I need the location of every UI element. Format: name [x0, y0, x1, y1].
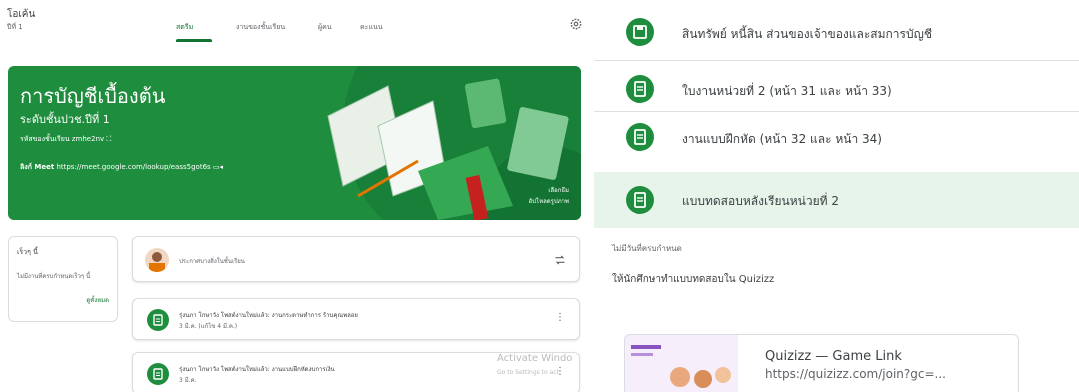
- post-date: 3 มี.ค.: [179, 377, 197, 384]
- meet-link: ลิงก์ Meet https://meet.google.com/looku…: [20, 162, 223, 173]
- tab-people[interactable]: ผู้คน: [318, 22, 332, 33]
- post-title: รุ่งนภา โกษาวัง โพสต์งานใหม่แล้ว: งานแบบ…: [179, 366, 335, 373]
- top-bar: โอเค้น ปีที่ 1 สตรีม งานของชั้นเรียน ผู้…: [0, 0, 594, 52]
- stream-post[interactable]: รุ่งนภา โกษาวัง โพสต์งานใหม่แล้ว: งานกระ…: [132, 298, 580, 340]
- view-all-link[interactable]: ดูทั้งหมด: [86, 295, 109, 305]
- assignment-icon: [147, 309, 169, 331]
- meet-url[interactable]: https://meet.google.com/lookup/eass5got6…: [56, 163, 210, 171]
- post-date: 3 มี.ค. (แก้ไข 4 มี.ค.): [179, 323, 238, 330]
- link-url[interactable]: https://quizizz.com/join?gc=...: [765, 367, 946, 381]
- more-vert-icon[interactable]: ⋮: [555, 312, 565, 323]
- assignment-title: แบบทดสอบหลังเรียนหน่วยที่ 2: [682, 194, 839, 208]
- upcoming-panel: เร็วๆ นี้ ไม่มีงานที่ครบกำหนดเร็วๆ นี้ ด…: [8, 236, 118, 322]
- select-theme-link[interactable]: เลือกธีม: [548, 185, 569, 195]
- no-due-date: ไม่มีวันที่ครบกำหนด: [612, 244, 682, 253]
- meet-label: ลิงก์ Meet: [20, 163, 55, 171]
- class-section: ปีที่ 1: [7, 23, 23, 31]
- classwork-panel: สินทรัพย์ หนี้สิน ส่วนของเจ้าของและสมการ…: [594, 0, 1079, 392]
- upload-photo-link[interactable]: อัปโหลดรูปภาพ: [529, 196, 569, 206]
- screenshot-root: โอเค้น ปีที่ 1 สตรีม งานของชั้นเรียน ผู้…: [0, 0, 1079, 392]
- assignment-icon: [147, 363, 169, 385]
- activate-windows-sub: Go to Settings to act: [497, 369, 559, 376]
- avatar: [145, 248, 169, 272]
- classroom-stream-panel: โอเค้น ปีที่ 1 สตรีม งานของชั้นเรียน ผู้…: [0, 0, 594, 392]
- assignment-row-selected[interactable]: แบบทดสอบหลังเรียนหน่วยที่ 2: [594, 172, 1079, 228]
- class-code-value[interactable]: zmhe2nv: [72, 135, 104, 143]
- class-code-label: รหัสของชั้นเรียน: [20, 135, 70, 143]
- link-thumbnail: [625, 335, 738, 392]
- link-title[interactable]: Quizizz — Game Link: [765, 349, 902, 364]
- assignment-instruction: ให้นักศึกษาทำแบบทดสอบใน Quizizz: [612, 274, 775, 285]
- assignment-icon: [626, 186, 654, 214]
- tab-grades[interactable]: คะแนน: [360, 22, 383, 33]
- material-icon: [626, 18, 654, 46]
- class-subtitle: ระดับชั้นปวช.ปีที่ 1: [20, 113, 110, 126]
- upcoming-empty-text: ไม่มีงานที่ครบกำหนดเร็วๆ นี้: [17, 273, 91, 280]
- tab-stream[interactable]: สตรีม: [176, 22, 193, 33]
- assignment-row[interactable]: สินทรัพย์ หนี้สิน ส่วนของเจ้าของและสมการ…: [594, 3, 1079, 61]
- gear-icon[interactable]: [569, 17, 583, 31]
- class-banner: การบัญชีเบื้องต้น ระดับชั้นปวช.ปีที่ 1 ร…: [8, 66, 581, 220]
- tab-classwork[interactable]: งานของชั้นเรียน: [236, 22, 285, 33]
- assignment-title: ใบงานหน่วยที่ 2 (หน้า 31 และ หน้า 33): [682, 84, 892, 98]
- assignment-icon: [626, 123, 654, 151]
- quizizz-link-card[interactable]: Quizizz — Game Link https://quizizz.com/…: [624, 334, 1019, 392]
- assignment-title: งานแบบฝึกหัด (หน้า 32 และ หน้า 34): [682, 132, 882, 146]
- active-tab-indicator: [176, 39, 212, 42]
- assignment-title: สินทรัพย์ หนี้สิน ส่วนของเจ้าของและสมการ…: [682, 27, 932, 41]
- post-title: รุ่งนภา โกษาวัง โพสต์งานใหม่แล้ว: งานกระ…: [179, 312, 358, 319]
- announce-box[interactable]: ประกาศบางสิ่งในชั้นเรียน: [132, 236, 580, 282]
- repost-icon[interactable]: [553, 253, 567, 267]
- fullscreen-icon[interactable]: ⛶: [106, 135, 111, 143]
- assignment-row[interactable]: งานแบบฝึกหัด (หน้า 32 และ หน้า 34): [594, 112, 1079, 170]
- video-camera-icon[interactable]: ▭◂: [213, 163, 223, 171]
- class-code: รหัสของชั้นเรียน zmhe2nv ⛶: [20, 134, 111, 145]
- upcoming-title: เร็วๆ นี้: [17, 248, 38, 256]
- assignment-icon: [626, 75, 654, 103]
- activate-windows-watermark: Activate Windo: [497, 353, 573, 364]
- class-title: การบัญชีเบื้องต้น: [20, 84, 166, 108]
- announce-placeholder[interactable]: ประกาศบางสิ่งในชั้นเรียน: [179, 256, 245, 266]
- class-name[interactable]: โอเค้น: [7, 7, 35, 22]
